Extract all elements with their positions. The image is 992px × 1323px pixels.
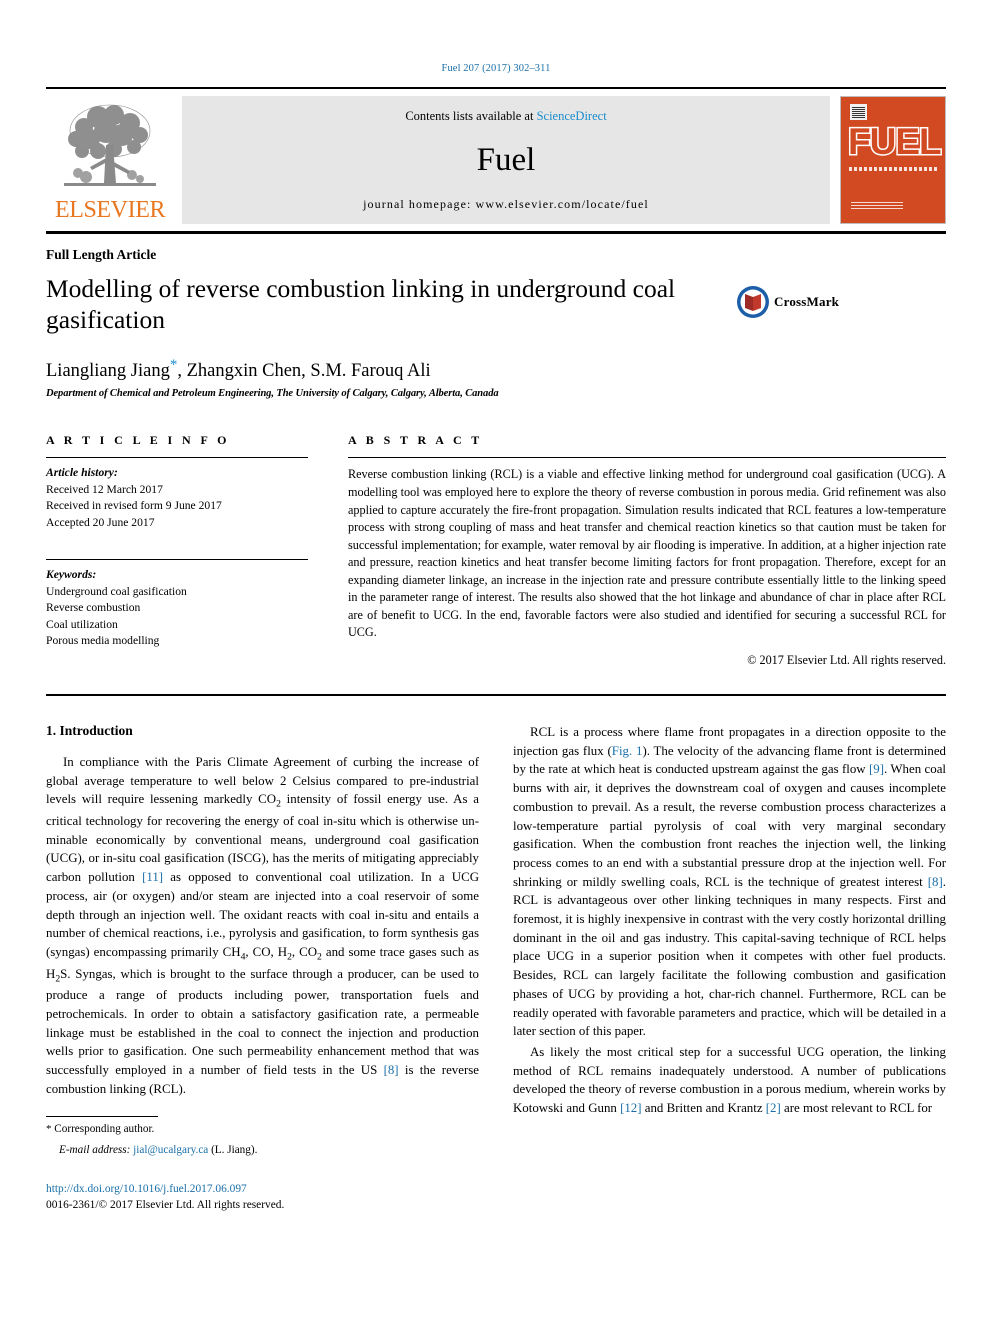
contents-line: Contents lists available at ScienceDirec… xyxy=(405,109,606,124)
crossmark-label: CrossMark xyxy=(774,294,840,309)
intro-r2-text-c: are most relevant to RCL for xyxy=(780,1101,933,1116)
intro-paragraph-left: In compliance with the Paris Climate Agr… xyxy=(46,753,479,1098)
figure-ref-1[interactable]: Fig. 1 xyxy=(612,744,643,758)
author-first: Liangliang Jiang xyxy=(46,361,170,382)
citation-ref-2[interactable]: [2] xyxy=(766,1101,781,1115)
abstract-copyright: © 2017 Elsevier Ltd. All rights reserved… xyxy=(747,653,946,667)
cover-title: FUEL xyxy=(847,121,944,162)
article-type: Full Length Article xyxy=(46,247,157,262)
journal-cover-thumbnail: FUEL xyxy=(840,96,946,224)
citation-ref-9[interactable]: [9] xyxy=(869,762,884,776)
abstract-text: Reverse combustion linking (RCL) is a vi… xyxy=(348,467,946,640)
author-list: Liangliang Jiang*, Zhangxin Chen, S.M. F… xyxy=(46,357,946,382)
article-info-column: A R T I C L E I N F O Article history: R… xyxy=(46,433,308,668)
history-item: Received in revised form 9 June 2017 xyxy=(46,499,222,513)
page-title: Modelling of reverse combustion linking … xyxy=(46,274,676,335)
title-row: Modelling of reverse combustion linking … xyxy=(46,263,946,335)
cover-footer-bar xyxy=(851,200,903,209)
paper-page: Fuel 207 (2017) 302–311 ELSEVIER Content… xyxy=(0,0,992,1323)
abstract-column: A B S T R A C T Reverse combustion linki… xyxy=(348,433,946,668)
authors-rest: , Zhangxin Chen, S.M. Farouq Ali xyxy=(177,361,431,382)
intro-r-text-d: . RCL is advantageous over other linking… xyxy=(513,874,946,1039)
keyword-item: Porous media modelling xyxy=(46,634,160,647)
crossmark-icon xyxy=(737,286,769,318)
doi-block: http://dx.doi.org/10.1016/j.fuel.2017.06… xyxy=(46,1181,479,1213)
email-label: E-mail address: xyxy=(59,1144,131,1157)
intro-text-e: , CO xyxy=(291,944,318,959)
journal-title: Fuel xyxy=(476,142,536,178)
abstract-rule xyxy=(348,457,946,459)
journal-homepage-link[interactable]: journal homepage: www.elsevier.com/locat… xyxy=(363,197,649,212)
citation-ref-12[interactable]: [12] xyxy=(620,1101,641,1115)
abstract-heading: A B S T R A C T xyxy=(348,433,483,448)
intro-r-text-c: . When coal burns with air, it deprives … xyxy=(513,762,946,889)
running-head: Fuel 207 (2017) 302–311 xyxy=(441,63,551,74)
info-abstract-region: A R T I C L E I N F O Article history: R… xyxy=(46,433,946,668)
sciencedirect-link[interactable]: ScienceDirect xyxy=(537,109,607,123)
email-link[interactable]: jial@ucalgary.ca xyxy=(133,1144,208,1156)
history-item: Received 12 March 2017 xyxy=(46,482,163,496)
keyword-item: Reverse combustion xyxy=(46,601,141,615)
article-history-label: Article history: xyxy=(46,466,118,480)
issn-copyright-line: 0016-2361/© 2017 Elsevier Ltd. All right… xyxy=(46,1199,285,1212)
footnote-rule xyxy=(46,1116,158,1118)
intro-paragraph-right-1: RCL is a process where flame front propa… xyxy=(513,723,946,1041)
elsevier-wordmark: ELSEVIER xyxy=(54,197,166,223)
article-history: Article history: Received 12 March 2017 … xyxy=(46,465,308,531)
intro-text-g: S. Syngas, which is brought to the surfa… xyxy=(46,966,479,1077)
keyword-item: Underground coal gasification xyxy=(46,584,187,598)
body-column-left: 1. Introduction In compliance with the P… xyxy=(46,723,479,1214)
keywords-block: Keywords: Underground coal gasification … xyxy=(46,559,308,649)
section-heading-introduction: 1. Introduction xyxy=(46,723,133,738)
masthead-center: Contents lists available at ScienceDirec… xyxy=(182,96,830,224)
body-columns: 1. Introduction In compliance with the P… xyxy=(46,723,946,1214)
intro-text-d: , CO, H xyxy=(245,944,288,959)
email-suffix: (L. Jiang). xyxy=(208,1144,258,1157)
body-column-right: RCL is a process where flame front propa… xyxy=(513,723,946,1214)
crossmark-badge[interactable]: CrossMark xyxy=(736,285,839,319)
affiliation: Department of Chemical and Petroleum Eng… xyxy=(46,388,499,400)
cover-subtitle-bar xyxy=(849,167,937,171)
article-info-rule xyxy=(46,457,308,459)
intro-r2-text-b: and Britten and Krantz xyxy=(641,1101,766,1116)
journal-masthead: ELSEVIER Contents lists available at Sci… xyxy=(46,87,946,224)
cover-elsevier-mark-icon xyxy=(850,104,867,120)
email-note: E-mail address: jial@ucalgary.ca (L. Jia… xyxy=(46,1143,479,1159)
corresponding-author-note: * Corresponding author. xyxy=(46,1122,479,1138)
corresponding-author-label: Corresponding author. xyxy=(51,1123,155,1136)
masthead-bottom-rule xyxy=(46,231,946,234)
footnote-block: * Corresponding author. E-mail address: … xyxy=(46,1116,479,1213)
elsevier-tree-icon xyxy=(64,104,156,186)
article-info-heading: A R T I C L E I N F O xyxy=(46,433,230,448)
intro-paragraph-right-2: As likely the most critical step for a s… xyxy=(513,1043,946,1118)
citation-ref-8-left[interactable]: [8] xyxy=(384,1063,399,1077)
doi-link[interactable]: http://dx.doi.org/10.1016/j.fuel.2017.06… xyxy=(46,1181,479,1197)
body-top-rule xyxy=(46,694,946,696)
keywords-rule xyxy=(46,559,308,561)
citation-ref-11[interactable]: [11] xyxy=(142,870,163,884)
citation-ref-8-right[interactable]: [8] xyxy=(928,875,943,889)
elsevier-logo: ELSEVIER xyxy=(46,96,174,224)
history-item: Accepted 20 June 2017 xyxy=(46,515,155,529)
keyword-item: Coal utilization xyxy=(46,617,118,631)
keywords-label: Keywords: xyxy=(46,568,97,582)
contents-prefix: Contents lists available at xyxy=(405,109,537,123)
